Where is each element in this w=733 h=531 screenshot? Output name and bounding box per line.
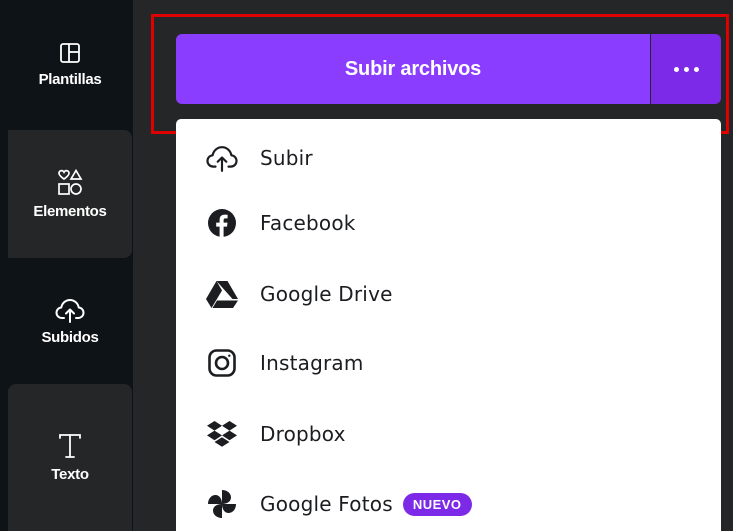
upload-source-menu: Subir Facebook Google Drive Instagram Dr… [176, 119, 721, 531]
dropbox-icon [204, 416, 240, 452]
more-options-button[interactable] [651, 34, 721, 104]
menu-item-label: Google Fotos [260, 492, 393, 516]
menu-item-dropbox[interactable]: Dropbox [176, 409, 721, 459]
sidebar-item-elementos[interactable]: Elementos [8, 130, 132, 258]
facebook-icon [204, 205, 240, 241]
google-photos-icon [204, 486, 240, 522]
elements-icon [57, 168, 83, 197]
menu-item-label: Dropbox [260, 422, 346, 446]
upload-cloud-icon [55, 297, 85, 323]
sidebar-item-label: Subidos [41, 328, 99, 346]
google-drive-icon [204, 276, 240, 312]
sidebar-item-label: Plantillas [38, 70, 102, 88]
text-icon [57, 432, 83, 460]
upload-files-button[interactable]: Subir archivos [176, 34, 650, 104]
sidebar-item-subidos[interactable]: Subidos [8, 260, 132, 382]
menu-item-google-drive[interactable]: Google Drive [176, 269, 721, 319]
sidebar: Plantillas Elementos Subidos Texto [0, 0, 133, 531]
sidebar-item-label: Elementos [33, 202, 107, 220]
sidebar-item-label: Texto [51, 466, 89, 483]
upload-files-button-label: Subir archivos [344, 57, 482, 80]
menu-item-label: Google Drive [260, 282, 393, 306]
more-dots-icon [673, 66, 699, 72]
menu-item-label: Subir [260, 146, 313, 170]
upload-cloud-icon [204, 140, 240, 176]
menu-item-label: Facebook [260, 211, 356, 235]
menu-item-instagram[interactable]: Instagram [176, 338, 721, 388]
menu-item-subir[interactable]: Subir [176, 133, 721, 183]
menu-item-facebook[interactable]: Facebook [176, 198, 721, 248]
new-badge: NUEVO [402, 492, 472, 516]
instagram-icon [204, 345, 240, 381]
menu-item-label: Instagram [260, 351, 364, 375]
sidebar-item-texto[interactable]: Texto [8, 384, 132, 531]
templates-icon [58, 41, 82, 65]
menu-item-google-fotos[interactable]: Google Fotos NUEVO [176, 479, 721, 529]
sidebar-item-plantillas[interactable]: Plantillas [8, 0, 132, 128]
